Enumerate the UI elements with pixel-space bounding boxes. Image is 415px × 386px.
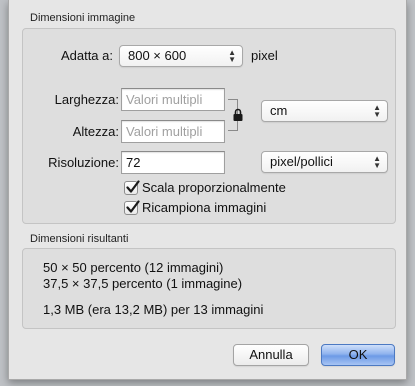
fit-popup[interactable]: 800 × 600 ▲ ▼ <box>119 45 243 67</box>
checkbox-box[interactable] <box>124 179 140 195</box>
width-label: Larghezza: <box>54 92 119 107</box>
lock-icon[interactable] <box>232 108 244 122</box>
dialog-sheet: Dimensioni immagine Adatta a: 800 × 600 … <box>8 0 407 380</box>
resolution-label: Risoluzione: <box>48 155 119 170</box>
resulting-dimensions-group: 50 × 50 percento (12 immagini) 37,5 × 37… <box>22 248 396 329</box>
size-unit-popup[interactable]: cm ▲ ▼ <box>261 100 388 122</box>
resolution-unit-value: pixel/pollici <box>270 154 333 169</box>
checkbox-box[interactable] <box>124 199 140 215</box>
image-dimensions-title: Dimensioni immagine <box>30 12 136 24</box>
checkmark-icon <box>126 199 140 213</box>
result-line: 50 × 50 percento (12 immagini) <box>43 260 224 275</box>
width-field[interactable] <box>121 88 225 111</box>
popup-arrows-icon: ▲ ▼ <box>373 154 381 170</box>
ok-button[interactable]: OK <box>321 344 395 366</box>
fit-popup-value: 800 × 600 <box>128 48 187 63</box>
resulting-dimensions-title: Dimensioni risultanti <box>30 233 129 245</box>
resolution-field[interactable] <box>121 151 225 174</box>
cancel-button[interactable]: Annulla <box>233 344 309 366</box>
fit-unit-label: pixel <box>251 48 278 63</box>
image-dimensions-group: Adatta a: 800 × 600 ▲ ▼ pixel Larghezza: … <box>22 28 396 224</box>
result-line: 37,5 × 37,5 percento (1 immagine) <box>43 276 243 291</box>
checkmark-icon <box>126 179 140 193</box>
height-label: Altezza: <box>72 124 119 139</box>
scale-proportionally-label: Scala proporzionalmente <box>142 180 286 195</box>
height-field[interactable] <box>121 120 225 143</box>
fit-label: Adatta a: <box>60 48 113 63</box>
resolution-unit-popup[interactable]: pixel/pollici ▲ ▼ <box>261 151 388 173</box>
popup-arrows-icon: ▲ ▼ <box>228 48 236 64</box>
resample-images-checkbox[interactable]: Ricampiona immagini <box>124 199 267 215</box>
scale-proportionally-checkbox[interactable]: Scala proporzionalmente <box>124 179 286 195</box>
result-size-line: 1,3 MB (era 13,2 MB) per 13 immagini <box>43 302 264 317</box>
resample-images-label: Ricampiona immagini <box>142 200 267 215</box>
size-unit-value: cm <box>270 103 288 118</box>
popup-arrows-icon: ▲ ▼ <box>373 103 381 119</box>
